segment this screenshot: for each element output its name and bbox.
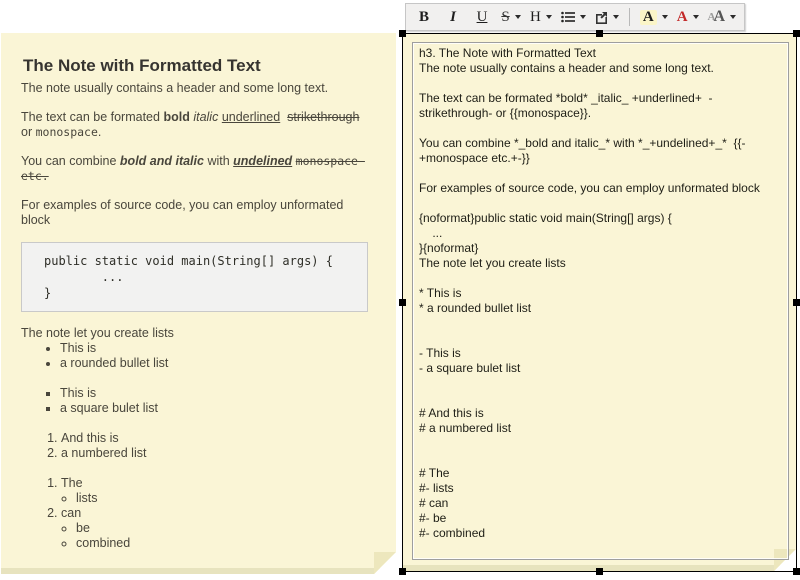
intro-paragraph: The note usually contains a header and s… <box>21 81 372 96</box>
strikethrough-button[interactable]: S <box>497 5 525 29</box>
list-item: This is <box>60 341 372 356</box>
chevron-down-icon <box>580 15 586 19</box>
chevron-down-icon <box>730 15 736 19</box>
list-item: be <box>76 521 372 536</box>
list-item: a numbered list <box>61 446 372 461</box>
rounded-bullet-list: This is a rounded bullet list <box>21 341 372 371</box>
format-examples-paragraph: The text can be formated bold italic und… <box>21 110 372 140</box>
heading-icon: H <box>530 10 541 25</box>
note-folded-corner <box>374 552 396 574</box>
list-item: lists <box>76 491 372 506</box>
source-code-paragraph: For examples of source code, you can emp… <box>21 198 372 228</box>
italic-icon: I <box>450 10 456 25</box>
markup-text: h3. The Note with Formatted Text The not… <box>413 43 788 544</box>
list-item: And this is <box>61 431 372 446</box>
note-editor: h3. The Note with Formatted Text The not… <box>402 33 797 572</box>
note-editor-screen: B I U S H <box>0 0 800 580</box>
underline-sample: underlined <box>222 110 280 124</box>
font-size-button[interactable]: A A <box>704 5 741 29</box>
list-item: combined <box>76 536 372 551</box>
list-button[interactable] <box>557 5 590 29</box>
underline-icon: U <box>477 10 488 25</box>
resize-handle-bottom-left[interactable] <box>399 568 406 575</box>
code-block: public static void main(String[] args) {… <box>21 242 368 312</box>
nested-sublist: lists <box>61 491 372 506</box>
list-item: This is <box>60 386 372 401</box>
resize-handle-top-middle[interactable] <box>596 30 603 37</box>
formatting-toolbar: B I U S H <box>405 3 745 31</box>
nested-sublist: be combined <box>61 521 372 551</box>
resize-handle-bottom-right[interactable] <box>793 568 800 575</box>
combined-format-paragraph: You can combine bold and italic with und… <box>21 154 372 184</box>
resize-handle-top-left[interactable] <box>399 30 406 37</box>
italic-sample: italic <box>193 110 218 124</box>
resize-handle-middle-left[interactable] <box>399 299 406 306</box>
note-preview: The Note with Formatted Text The note us… <box>1 33 396 574</box>
text-color-button[interactable]: A <box>673 5 703 29</box>
list-item: can be combined <box>61 506 372 551</box>
bold-sample: bold <box>163 110 189 124</box>
bold-icon: B <box>419 10 429 25</box>
sticky-note-background: The Note with Formatted Text The note us… <box>1 33 396 574</box>
note-title: The Note with Formatted Text <box>23 55 372 77</box>
bold-button[interactable]: B <box>410 5 438 29</box>
heading-button[interactable]: H <box>526 5 556 29</box>
chevron-down-icon <box>546 15 552 19</box>
numbered-list: And this is a numbered list <box>21 431 372 461</box>
resize-handle-top-right[interactable] <box>793 30 800 37</box>
chevron-down-icon <box>613 15 619 19</box>
toolbar-separator <box>629 8 630 26</box>
lists-intro: The note let you create lists <box>21 326 372 341</box>
link-button[interactable] <box>591 5 623 29</box>
resize-handle-middle-right[interactable] <box>793 299 800 306</box>
italic-button[interactable]: I <box>439 5 467 29</box>
text-color-icon: A <box>677 10 688 25</box>
highlight-color-icon: A <box>640 10 657 25</box>
square-bullet-list: This is a square bulet list <box>21 386 372 416</box>
list-icon <box>561 11 575 23</box>
nested-list: The lists can be combined <box>21 476 372 551</box>
highlight-color-button[interactable]: A <box>636 5 672 29</box>
resize-handle-bottom-middle[interactable] <box>596 568 603 575</box>
underline-button[interactable]: U <box>468 5 496 29</box>
list-item: a rounded bullet list <box>60 356 372 371</box>
list-item: a square bulet list <box>60 401 372 416</box>
note-preview-content: The Note with Formatted Text The note us… <box>1 33 396 574</box>
bold-italic-underline-sample: undelined <box>233 154 292 168</box>
markup-text-area[interactable]: h3. The Note with Formatted Text The not… <box>412 42 789 560</box>
external-link-icon <box>595 11 608 24</box>
chevron-down-icon <box>693 15 699 19</box>
chevron-down-icon <box>662 15 668 19</box>
monospace-sample: monospace <box>36 125 98 139</box>
chevron-down-icon <box>515 15 521 19</box>
strikethrough-icon: S <box>501 10 509 25</box>
list-item: The lists <box>61 476 372 506</box>
bold-italic-sample: bold and italic <box>120 154 204 168</box>
strikethrough-sample: strikethrough <box>287 110 359 124</box>
